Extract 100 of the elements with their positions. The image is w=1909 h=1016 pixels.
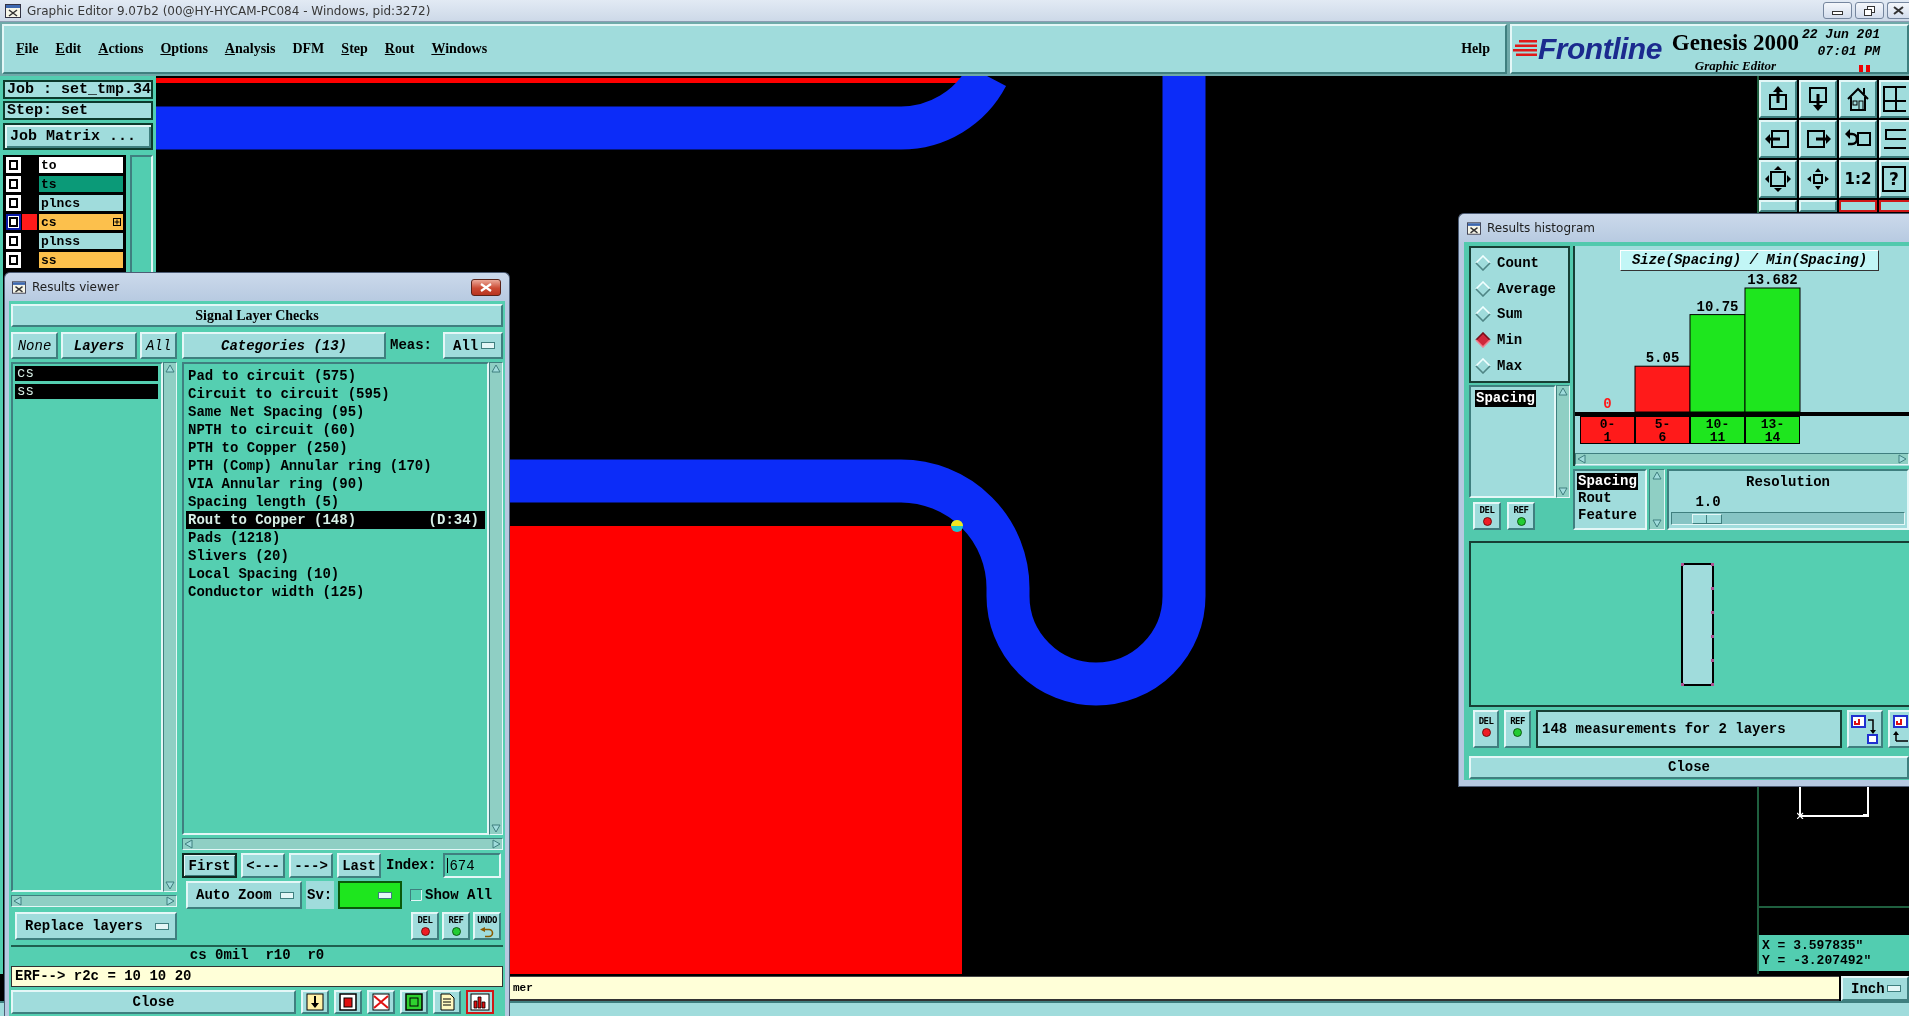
layer-name[interactable]: ts: [39, 176, 123, 192]
reference-button[interactable]: REF: [1504, 710, 1531, 748]
menu-item[interactable]: Options: [160, 39, 208, 59]
list-item[interactable]: Spacing: [1475, 390, 1536, 407]
category-item[interactable]: Pads (1218): [186, 529, 485, 547]
reference-button[interactable]: REF: [442, 912, 470, 940]
scrollbar[interactable]: [1575, 453, 1909, 465]
category-item[interactable]: PTH to Copper (250): [186, 439, 485, 457]
close-button[interactable]: [1887, 2, 1909, 19]
scrollbar[interactable]: [11, 895, 177, 907]
scrollbar[interactable]: [1649, 469, 1665, 530]
layer-item[interactable]: cs: [15, 366, 158, 381]
close-icon: [480, 282, 492, 292]
category-item[interactable]: VIA Annular ring (90): [186, 475, 485, 493]
radio-option[interactable]: Min: [1475, 329, 1564, 352]
close-button[interactable]: Close: [1469, 756, 1909, 779]
slider-thumb[interactable]: [1692, 513, 1723, 524]
menu-item[interactable]: Analysis: [224, 39, 276, 59]
layer-name[interactable]: plnss: [39, 233, 123, 249]
units-dropdown[interactable]: Inch: [1841, 976, 1909, 1001]
close-icon: [1893, 6, 1904, 15]
replace-layers-dropdown[interactable]: Replace layers: [15, 912, 177, 940]
delete-button[interactable]: DEL: [1473, 710, 1499, 748]
menu-item[interactable]: Edit: [55, 39, 82, 59]
help-menu[interactable]: Help: [1461, 39, 1490, 59]
radio-option[interactable]: Average: [1475, 277, 1564, 300]
radio-option[interactable]: Count: [1475, 251, 1564, 274]
box-arrow-down-icon: [305, 993, 325, 1011]
menu-item[interactable]: Step: [341, 39, 368, 59]
layer-name[interactable]: cs: [39, 214, 123, 230]
menu-item[interactable]: DFM: [292, 39, 325, 59]
radio-option[interactable]: Sum: [1475, 303, 1564, 326]
command-field[interactable]: ERF--> r2c = 10 10 20: [11, 966, 503, 987]
job-matrix-button[interactable]: Job Matrix ...: [3, 123, 153, 150]
category-item[interactable]: Same Net Spacing (95): [186, 403, 485, 421]
checkbox[interactable]: [6, 214, 21, 230]
category-item[interactable]: Local Spacing (10): [186, 565, 485, 583]
first-button[interactable]: First: [182, 853, 237, 878]
category-item[interactable]: PTH (Comp) Annular ring (170): [186, 457, 485, 475]
categories-button[interactable]: Categories (13): [182, 332, 386, 359]
checkbox[interactable]: [6, 233, 21, 249]
layers-button[interactable]: Layers: [61, 332, 137, 359]
list-item[interactable]: Spacing: [1577, 473, 1638, 490]
meas-dropdown[interactable]: All: [443, 332, 503, 359]
layer-name[interactable]: ss: [39, 252, 123, 268]
category-item[interactable]: Slivers (20): [186, 547, 485, 565]
layer-name[interactable]: plncs: [39, 195, 123, 211]
all-button[interactable]: All: [140, 332, 177, 359]
scrollbar[interactable]: [489, 362, 503, 835]
x-tick-label: 5-6: [1654, 417, 1671, 445]
close-button[interactable]: Close: [11, 990, 296, 1014]
checkbox[interactable]: [6, 157, 21, 173]
category-item[interactable]: Conductor width (125): [186, 583, 485, 601]
menu-item[interactable]: Windows: [431, 39, 488, 59]
scrollbar[interactable]: [163, 362, 177, 892]
undo-button[interactable]: UNDO: [473, 912, 501, 940]
product-subtitle: Graphic Editor: [1694, 58, 1777, 72]
last-button[interactable]: Last: [337, 853, 381, 878]
radio-option[interactable]: Max: [1475, 355, 1564, 378]
time-text: 07:01 PM: [1817, 44, 1880, 59]
delete-button[interactable]: DEL: [1473, 502, 1501, 530]
none-button[interactable]: None: [11, 332, 58, 359]
slider-track[interactable]: [1671, 512, 1905, 525]
close-button[interactable]: [471, 278, 501, 296]
list-item[interactable]: Feature: [1577, 507, 1638, 524]
zoom-mode-dropdown[interactable]: Auto Zoom: [186, 881, 302, 909]
restore-button[interactable]: [1855, 2, 1884, 19]
menu-item[interactable]: Rout: [384, 39, 415, 59]
category-item[interactable]: Circuit to circuit (595): [186, 385, 485, 403]
list-item[interactable]: Rout: [1577, 490, 1613, 507]
next-button[interactable]: --->: [289, 853, 333, 878]
menu-item[interactable]: Actions: [98, 39, 144, 59]
layer-name[interactable]: to: [39, 157, 123, 173]
previous-button[interactable]: <---: [241, 853, 285, 878]
layer-item[interactable]: ss: [15, 384, 158, 399]
tool-button[interactable]: [466, 990, 494, 1014]
severity-dropdown[interactable]: [338, 881, 402, 909]
category-item[interactable]: Pad to circuit (575): [186, 367, 485, 385]
checkbox[interactable]: [6, 195, 21, 211]
dot-icon: [1516, 517, 1526, 526]
window-title: Results viewer: [32, 280, 120, 294]
summary-text: 148 measurements for 2 layers: [1536, 710, 1842, 748]
reference-button[interactable]: REF: [1507, 502, 1535, 530]
delete-button[interactable]: DEL: [411, 912, 439, 940]
category-item[interactable]: Rout to Copper (148) (D:34): [186, 511, 485, 529]
grid-icon: [1882, 85, 1906, 113]
show-all-checkbox[interactable]: Show All: [410, 881, 493, 909]
minimize-button[interactable]: [1823, 2, 1852, 19]
menu-item[interactable]: File: [16, 39, 39, 59]
zoom-ratio-button[interactable]: 1:2: [1839, 160, 1877, 198]
category-item[interactable]: Spacing length (5): [186, 493, 485, 511]
category-item[interactable]: NPTH to circuit (60): [186, 421, 485, 439]
checkbox[interactable]: [6, 176, 21, 192]
checkbox[interactable]: [6, 252, 21, 268]
resolution-value: 1.0: [1695, 494, 1721, 510]
scrollbar[interactable]: [1556, 385, 1570, 498]
scrollbar[interactable]: [182, 838, 503, 850]
index-field[interactable]: 674: [443, 853, 502, 878]
chart-title: Size(Spacing) / Min(Spacing): [1620, 250, 1879, 271]
help-button[interactable]: ?: [1879, 160, 1909, 198]
